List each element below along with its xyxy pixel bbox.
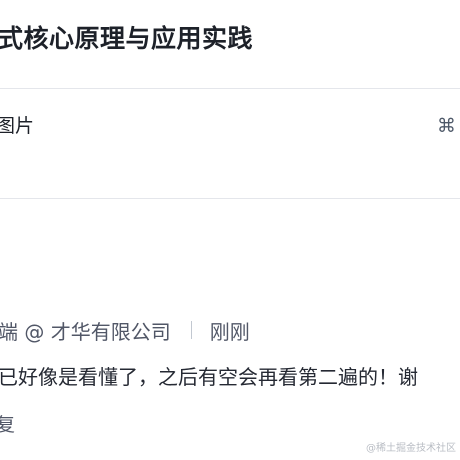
editor-divider [0,198,460,199]
comment-text: 已好像是看懂了，之后有空会再看第二遍的！谢 [0,365,418,389]
reply-button[interactable]: 复 [0,411,15,439]
article-title: 式核心原理与应用实践 [0,24,254,53]
comment-meta: 端 @ 才华有限公司 刚刚 [0,315,250,345]
watermark: @稀土掘金技术社区 [366,443,456,454]
comment-author[interactable]: 端 @ 才华有限公司 [0,316,171,345]
editor-hint-text[interactable]: 图片 [0,112,34,140]
top-divider [0,88,460,89]
command-key-icon: ⌘ [437,115,456,137]
comment-time: 刚刚 [209,319,250,344]
meta-separator [190,321,192,339]
